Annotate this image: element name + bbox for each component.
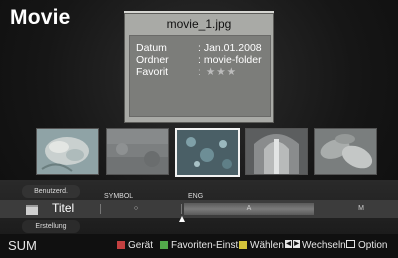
- skip-back-icon: ◀: [285, 240, 292, 248]
- caret-up-icon: [179, 216, 185, 222]
- grey-texture-image: [107, 129, 168, 174]
- leaves-thumbnail[interactable]: [314, 128, 377, 175]
- footer-option-button[interactable]: Option: [358, 240, 387, 251]
- segment-m[interactable]: M: [316, 203, 398, 215]
- sort-option-above[interactable]: Benutzerd.: [22, 185, 80, 198]
- info-details-panel: Datum : Jan.01.2008 Ordner : movie-folde…: [129, 35, 271, 117]
- flower-image: [37, 129, 98, 174]
- info-date-value: : Jan.01.2008: [198, 42, 262, 54]
- info-folder-key: Ordner: [136, 54, 169, 66]
- footer-favorites-button[interactable]: Favoriten-Einst: [171, 240, 238, 251]
- cathedral-image: [246, 129, 307, 174]
- page-title: Movie: [10, 6, 71, 29]
- sort-option-below[interactable]: Erstellung: [22, 220, 80, 233]
- green-button-icon: [160, 241, 168, 249]
- footer-left-label: SUM: [8, 238, 37, 253]
- info-date-key: Datum: [136, 42, 167, 54]
- segment-a-active[interactable]: A: [184, 203, 314, 215]
- grey-texture-thumbnail[interactable]: [106, 128, 169, 175]
- tools-icon: [346, 240, 355, 248]
- leaves-image: [315, 129, 376, 174]
- info-folder-value: : movie-folder: [198, 54, 262, 66]
- skip-forward-icon: ▶: [293, 240, 300, 248]
- bubbles-thumbnail[interactable]: [175, 128, 240, 177]
- cathedral-thumbnail[interactable]: [245, 128, 308, 175]
- info-favorite-key: Favorit: [136, 66, 169, 78]
- segment-divider: [181, 204, 182, 214]
- flower-thumbnail[interactable]: [36, 128, 99, 175]
- footer-select-button[interactable]: Wählen: [250, 240, 284, 251]
- sort-current-label: Titel: [52, 201, 75, 215]
- list-icon: [26, 205, 38, 215]
- bubbles-image: [177, 130, 238, 175]
- yellow-button-icon: [239, 241, 247, 249]
- sort-column-eng: ENG: [188, 193, 204, 200]
- sort-column-symbol: SYMBOL: [104, 193, 134, 200]
- footer-switch-button[interactable]: Wechseln: [302, 240, 346, 251]
- favorite-stars: : ★★★: [198, 66, 238, 78]
- segment-symbol[interactable]: ○: [101, 203, 171, 215]
- info-filename: movie_1.jpg: [166, 17, 232, 31]
- red-button-icon: [117, 241, 125, 249]
- footer-device-button[interactable]: Gerät: [128, 240, 153, 251]
- info-popup: movie_1.jpg Datum : Jan.01.2008 Ordner :…: [124, 11, 274, 123]
